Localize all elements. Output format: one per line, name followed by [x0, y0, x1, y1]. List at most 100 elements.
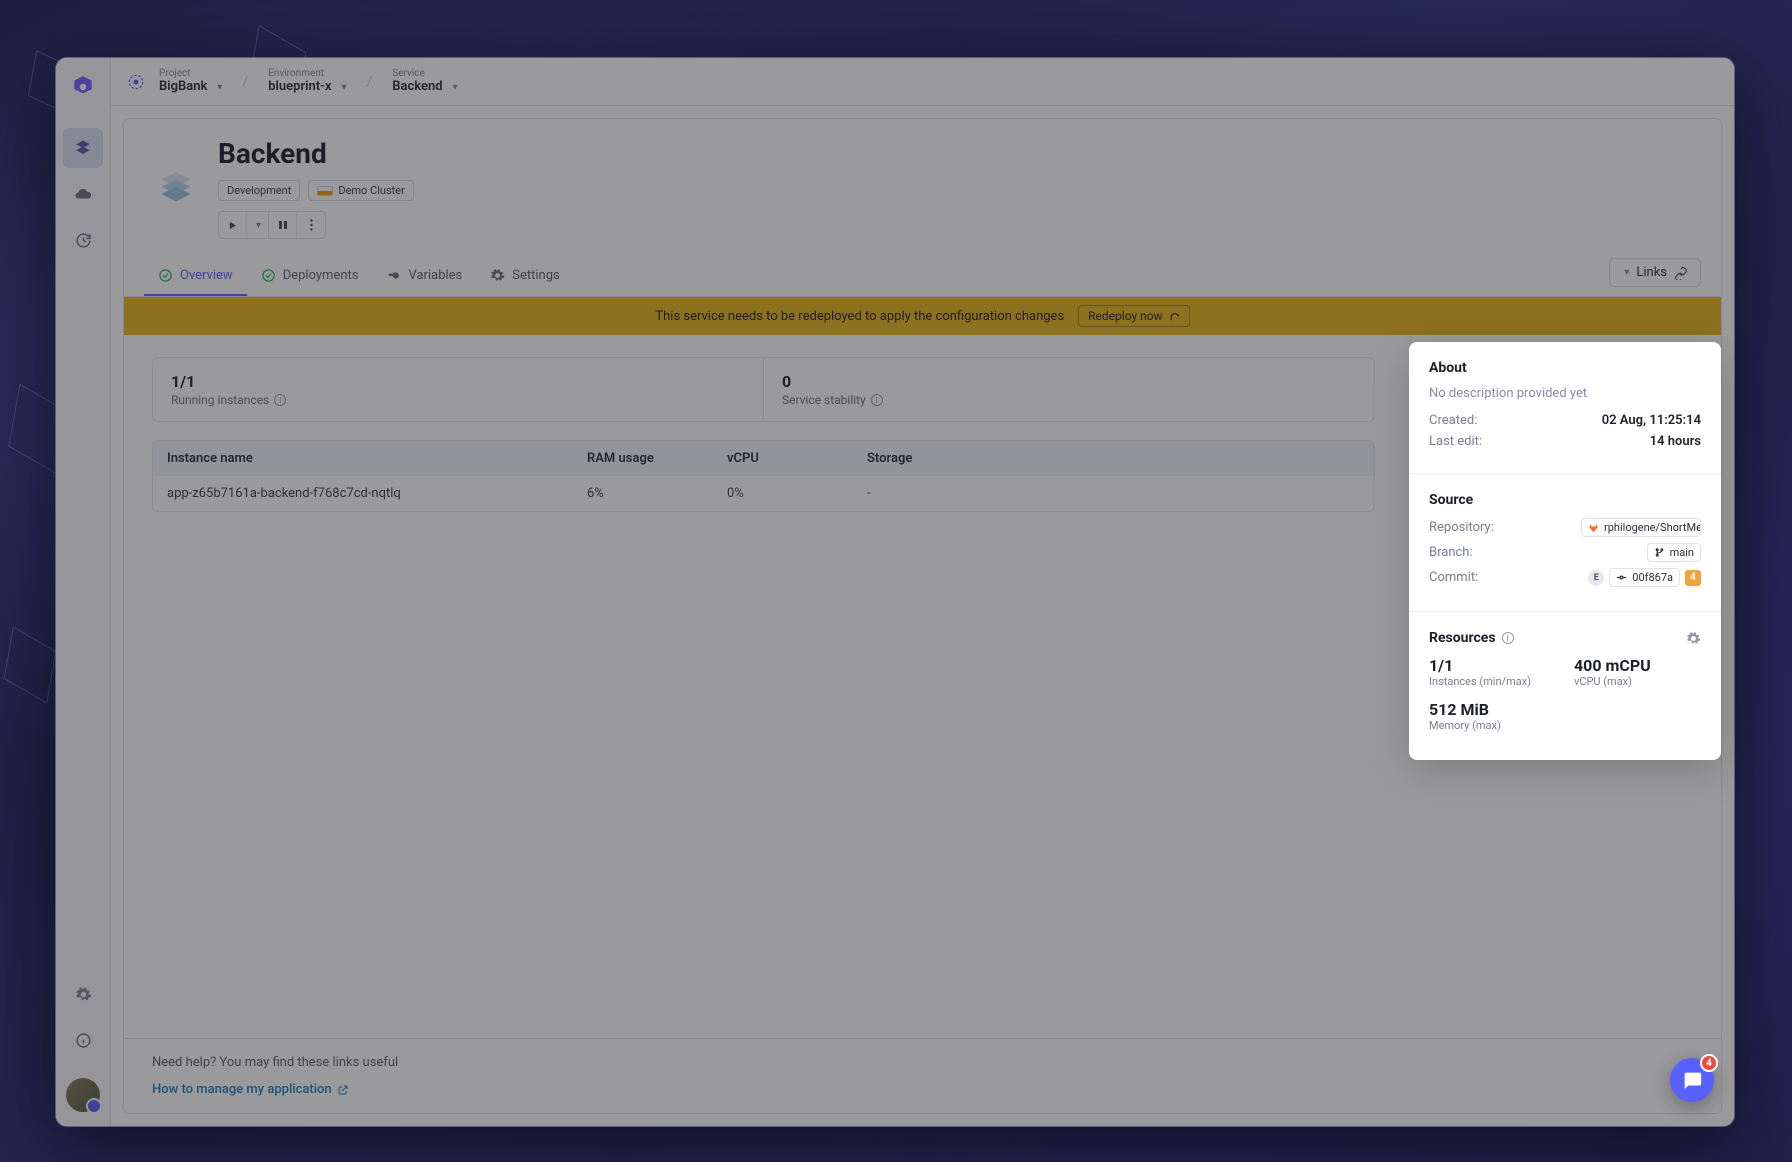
- tab-variables-label: Variables: [409, 268, 463, 283]
- breadcrumb-project-value: BigBank: [159, 80, 207, 95]
- chat-fab-button[interactable]: 4: [1670, 1058, 1714, 1102]
- breadcrumb-service-value: Backend: [392, 80, 442, 95]
- redeploy-banner: This service needs to be redeployed to a…: [124, 297, 1721, 335]
- tab-settings[interactable]: Settings: [476, 257, 573, 296]
- gitlab-icon: [1588, 522, 1599, 533]
- res-instances-lbl: Instances (min/max): [1429, 675, 1556, 688]
- app-logo-icon: [68, 72, 98, 102]
- breadcrumb-bar: Project BigBank ▾ / Environment blueprin…: [111, 58, 1734, 106]
- tab-overview-label: Overview: [180, 268, 233, 283]
- play-button[interactable]: [219, 212, 247, 238]
- cluster-tag-label: Demo Cluster: [338, 184, 404, 197]
- nav-info-button[interactable]: [63, 1020, 103, 1060]
- git-branch-icon: [1654, 547, 1665, 558]
- info-icon[interactable]: i: [871, 394, 883, 406]
- help-link-manage-app[interactable]: How to manage my application: [152, 1082, 349, 1097]
- breadcrumb-service-dropdown[interactable]: Backend ▾: [392, 80, 457, 95]
- tab-deployments-label: Deployments: [283, 268, 359, 283]
- stat-instances-lbl: Running instances: [171, 393, 269, 407]
- redeploy-button-label: Redeploy now: [1088, 309, 1162, 323]
- breadcrumb-project-dropdown[interactable]: BigBank ▾: [159, 80, 222, 95]
- nav-cloud-button[interactable]: [63, 174, 103, 214]
- tab-overview[interactable]: Overview: [144, 257, 247, 296]
- breadcrumb-sep: /: [367, 74, 373, 90]
- breadcrumb-sep: /: [242, 74, 248, 90]
- info-icon[interactable]: i: [274, 394, 286, 406]
- branch-chip-label: main: [1670, 546, 1694, 559]
- breadcrumb-env-dropdown[interactable]: blueprint-x ▾: [268, 80, 346, 95]
- check-circle-icon: [158, 268, 173, 283]
- breadcrumb-icon: [123, 69, 149, 95]
- cell-name: app-z65b7161a-backend-f768c7cd-nqtlq: [167, 486, 587, 501]
- more-button[interactable]: [297, 212, 325, 238]
- instances-table: Instance name RAM usage vCPU Storage app…: [152, 440, 1375, 512]
- commit-chip-label: 00f867a: [1632, 571, 1673, 584]
- aws-icon: [317, 186, 333, 196]
- cell-ram: 6%: [587, 486, 727, 501]
- table-row[interactable]: app-z65b7161a-backend-f768c7cd-nqtlq 6% …: [153, 476, 1374, 511]
- about-heading: About: [1429, 360, 1701, 376]
- about-lastedit-val: 14 hours: [1650, 434, 1701, 449]
- external-link-icon: [337, 1084, 349, 1096]
- branch-chip[interactable]: main: [1647, 543, 1701, 562]
- tab-settings-label: Settings: [512, 268, 559, 283]
- help-intro: Need help? You may find these links usef…: [152, 1055, 1693, 1070]
- about-lastedit-key: Last edit:: [1429, 434, 1482, 449]
- stat-stability-lbl: Service stability: [782, 393, 866, 407]
- tab-deployments[interactable]: Deployments: [247, 257, 373, 296]
- commit-badge-e: E: [1588, 570, 1604, 586]
- stat-instances-val: 1/1: [171, 372, 745, 391]
- play-options-button[interactable]: ▾: [247, 212, 269, 238]
- redeploy-button[interactable]: Redeploy now: [1078, 305, 1189, 327]
- cell-storage: -: [867, 486, 1360, 501]
- res-instances-val: 1/1: [1429, 656, 1556, 675]
- env-tag: Development: [218, 180, 300, 201]
- commit-count-badge: 4: [1685, 570, 1701, 586]
- tab-variables[interactable]: Variables: [373, 257, 477, 296]
- col-header-storage: Storage: [867, 451, 1360, 466]
- repo-chip-label: rphilogene/ShortMe...: [1604, 521, 1701, 534]
- chevron-down-icon: ▾: [341, 82, 346, 94]
- table-header: Instance name RAM usage vCPU Storage: [153, 441, 1374, 476]
- about-created-key: Created:: [1429, 413, 1477, 428]
- repo-key: Repository:: [1429, 520, 1494, 535]
- commit-key: Commit:: [1429, 570, 1478, 585]
- check-circle-icon: [261, 268, 276, 283]
- page-title: Backend: [218, 137, 414, 170]
- branch-key: Branch:: [1429, 545, 1473, 560]
- info-icon[interactable]: i: [1502, 632, 1514, 644]
- col-header-name: Instance name: [167, 451, 587, 466]
- about-created-val: 02 Aug, 11:25:14: [1602, 413, 1701, 428]
- resources-heading: Resources: [1429, 630, 1496, 646]
- stat-stability: 0 Service stability i: [764, 358, 1374, 421]
- chat-notif-badge: 4: [1700, 1054, 1718, 1072]
- git-commit-icon: [1616, 572, 1627, 583]
- res-mem-val: 512 MiB: [1429, 700, 1556, 719]
- left-nav-rail: [56, 58, 111, 1126]
- repo-chip[interactable]: rphilogene/ShortMe...: [1581, 518, 1701, 537]
- banner-text: This service needs to be redeployed to a…: [655, 309, 1064, 324]
- service-layers-icon: [152, 161, 200, 209]
- refresh-icon: [1169, 311, 1180, 322]
- links-dropdown-button[interactable]: ▾ Links: [1609, 258, 1701, 287]
- link-icon: [1674, 266, 1688, 280]
- key-icon: [387, 268, 402, 283]
- nav-settings-button[interactable]: [63, 974, 103, 1014]
- source-heading: Source: [1429, 492, 1701, 508]
- help-link-label: How to manage my application: [152, 1082, 332, 1097]
- cell-cpu: 0%: [727, 486, 867, 501]
- resources-settings-button[interactable]: [1686, 631, 1701, 646]
- chat-icon: [1681, 1069, 1703, 1091]
- col-header-ram: RAM usage: [587, 451, 727, 466]
- nav-history-button[interactable]: [63, 220, 103, 260]
- stat-stability-val: 0: [782, 372, 1356, 391]
- help-area: Need help? You may find these links usef…: [124, 1038, 1721, 1113]
- nav-services-button[interactable]: [63, 128, 103, 168]
- commit-chip[interactable]: 00f867a: [1609, 568, 1680, 587]
- stat-instances: 1/1 Running instances i: [153, 358, 764, 421]
- stop-button[interactable]: [269, 212, 297, 238]
- chevron-down-icon: ▾: [217, 82, 222, 94]
- about-panel: About No description provided yet Create…: [1409, 342, 1721, 760]
- user-avatar[interactable]: [66, 1078, 100, 1112]
- res-vcpu-lbl: vCPU (max): [1574, 675, 1701, 688]
